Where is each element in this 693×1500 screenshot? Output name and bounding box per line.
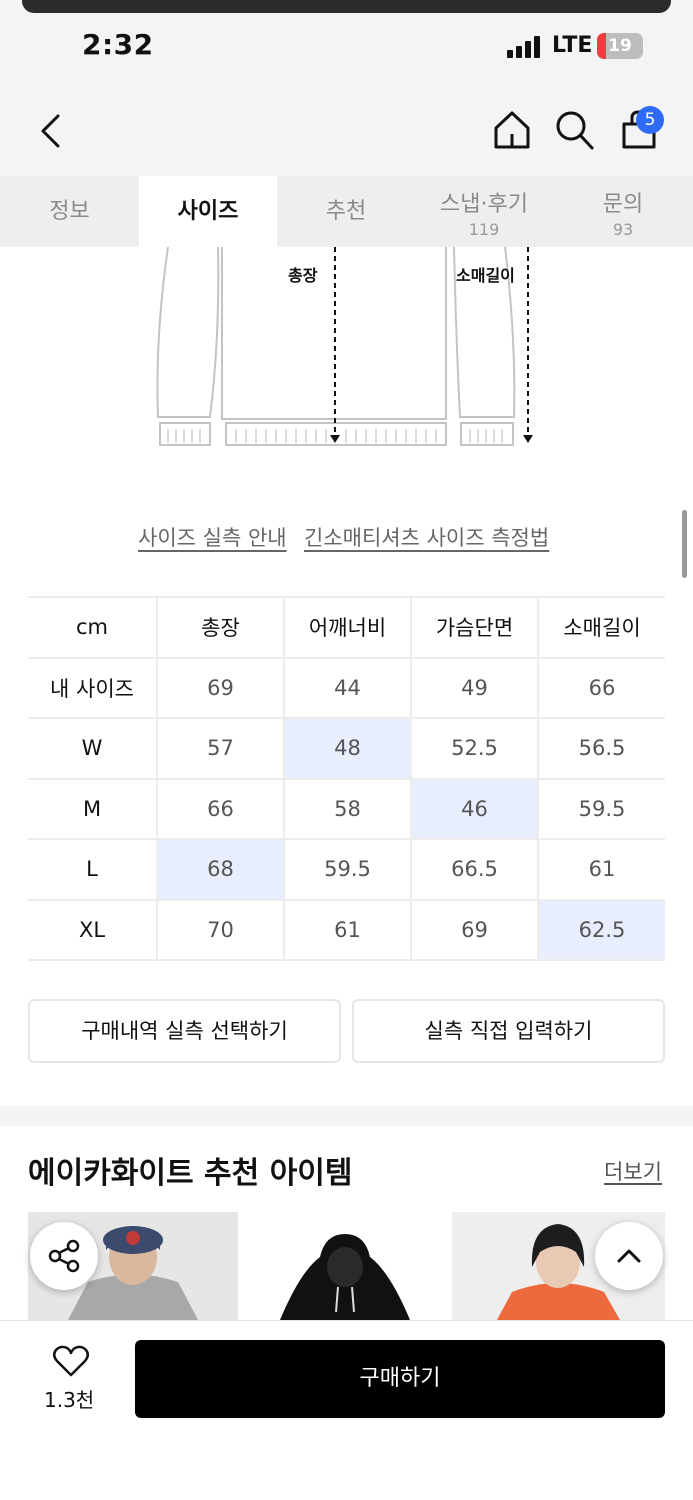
table-cell-highlighted: 62.5 (537, 898, 665, 961)
table-row-label: 내 사이즈 (28, 656, 158, 719)
tab-size[interactable]: 사이즈 (139, 176, 277, 247)
table-row: 내 사이즈 69 44 49 66 (28, 656, 665, 719)
direct-input-button[interactable]: 실측 직접 입력하기 (352, 999, 665, 1063)
status-time: 2:32 (82, 28, 154, 61)
table-row: W 57 48 52.5 56.5 (28, 717, 665, 780)
battery-level: 19 (608, 36, 632, 56)
home-icon[interactable] (490, 108, 534, 152)
tab-recommend[interactable]: 추천 (277, 176, 415, 247)
measure-method-link[interactable]: 긴소매티셔츠 사이즈 측정법 (304, 522, 549, 552)
size-measurement-diagram (156, 247, 533, 446)
battery-icon: 19 (597, 33, 643, 59)
tab-size-label: 사이즈 (177, 199, 239, 224)
tab-inquiry-label: 문의 (602, 192, 644, 217)
back-icon[interactable] (38, 112, 64, 150)
table-cell: 59.5 (283, 838, 412, 901)
size-guide-link[interactable]: 사이즈 실측 안내 (138, 522, 287, 552)
table-row-label: L (28, 838, 158, 901)
table-cell: 61 (283, 898, 412, 961)
table-row-label: M (28, 777, 158, 840)
search-icon[interactable] (554, 108, 596, 152)
cart-count-badge: 5 (636, 106, 664, 134)
network-label: LTE (552, 33, 593, 58)
product-image (280, 1234, 410, 1320)
table-cell: 61 (537, 838, 665, 901)
tab-inquiry[interactable]: 문의 93 (553, 176, 693, 247)
table-cell: 52.5 (410, 717, 539, 780)
table-cell-highlighted: 48 (283, 717, 412, 780)
table-cell-highlighted: 46 (410, 777, 539, 840)
table-header-cell: 가슴단면 (410, 596, 539, 659)
tab-snap-review-label: 스냅·후기 (440, 192, 528, 217)
table-cell: 49 (410, 656, 539, 719)
diagram-sleeve-label: 소매길이 (456, 266, 515, 285)
table-cell: 66 (156, 777, 285, 840)
chevron-up-icon (617, 1249, 641, 1263)
table-cell: 58 (283, 777, 412, 840)
table-cell: 70 (156, 898, 285, 961)
table-cell: 59.5 (537, 777, 665, 840)
like-count: 1.3천 (44, 1388, 95, 1412)
tab-snap-review[interactable]: 스냅·후기 119 (415, 176, 553, 247)
status-bar: 2:32 LTE 19 (0, 0, 693, 90)
table-header-cell: cm (28, 596, 158, 659)
select-purchase-history-button[interactable]: 구매내역 실측 선택하기 (28, 999, 341, 1063)
scroll-top-button[interactable] (595, 1222, 663, 1290)
tab-info[interactable]: 정보 (0, 176, 139, 247)
share-button[interactable] (30, 1222, 98, 1290)
table-header-cell: 어깨너비 (283, 596, 412, 659)
diagram-length-label: 총장 (288, 266, 318, 285)
table-cell: 66.5 (410, 838, 539, 901)
table-row: M 66 58 46 59.5 (28, 777, 665, 840)
table-cell: 66 (537, 656, 665, 719)
table-row-label: XL (28, 898, 158, 961)
tab-snap-review-count: 119 (468, 220, 500, 239)
size-table: cm 총장 어깨너비 가슴단면 소매길이 내 사이즈 69 44 49 66 W… (28, 596, 665, 961)
device-top-bar (22, 0, 671, 13)
buy-button[interactable]: 구매하기 (135, 1340, 665, 1418)
table-row: L 68 59.5 66.5 61 (28, 838, 665, 901)
signal-icon (507, 36, 543, 58)
recommend-section-title: 에이카화이트 추천 아이템 (28, 1156, 353, 1191)
table-cell-highlighted: 68 (156, 838, 285, 901)
product-tabs: 정보 사이즈 추천 스냅·후기 119 문의 93 (0, 176, 693, 247)
table-cell: 69 (156, 656, 285, 719)
table-cell: 69 (410, 898, 539, 961)
table-row: XL 70 61 69 62.5 (28, 898, 665, 961)
tab-info-label: 정보 (49, 199, 90, 224)
top-header (0, 90, 693, 176)
table-header-cell: 총장 (156, 596, 285, 659)
tab-recommend-label: 추천 (325, 199, 367, 224)
product-thumbnail[interactable] (240, 1212, 450, 1320)
heart-icon[interactable] (52, 1344, 90, 1378)
table-row-label: W (28, 717, 158, 780)
table-header-row: cm 총장 어깨너비 가슴단면 소매길이 (28, 596, 665, 659)
more-link[interactable]: 더보기 (604, 1156, 662, 1186)
tab-inquiry-count: 93 (612, 220, 634, 239)
section-divider (0, 1106, 693, 1126)
table-cell: 57 (156, 717, 285, 780)
table-cell: 56.5 (537, 717, 665, 780)
share-icon (48, 1239, 80, 1273)
scrollbar[interactable] (682, 510, 687, 578)
table-cell: 44 (283, 656, 412, 719)
table-header-cell: 소매길이 (537, 596, 665, 659)
